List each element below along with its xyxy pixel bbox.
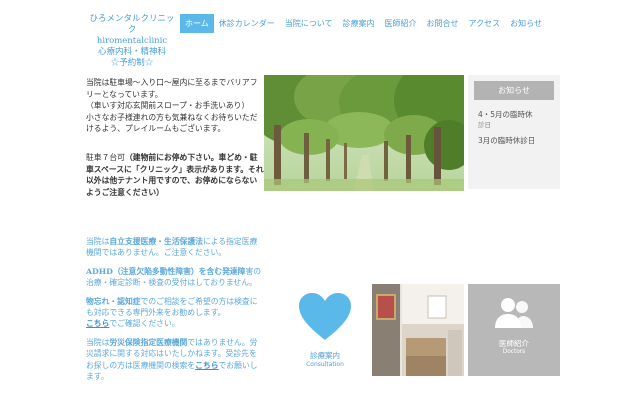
main-nav: ホーム 休診カレンダー 当院について 診療案内 医師紹介 お問合せ アクセス お…: [180, 14, 547, 33]
news-heading: お知らせ: [474, 81, 554, 100]
logo-departments: 心療内科・精神科: [97, 47, 166, 57]
news-item-meta: 診日: [478, 121, 491, 129]
news-panel: お知らせ 4・5月の臨時休 診日 3月の臨時休診日: [468, 75, 560, 189]
tree-avenue-photo: [264, 75, 464, 191]
parking-info: 駐車７台可（建物前にお停め下さい。車どめ・駐車スペースに「クリニック」表示があり…: [86, 152, 264, 198]
clinic-logo[interactable]: ひろメンタルクリニック hiromentalclinic 心療内科・精神科 ☆予…: [86, 14, 178, 69]
news-list: 4・5月の臨時休 診日 3月の臨時休診日: [468, 100, 560, 146]
nav-about[interactable]: 当院について: [280, 14, 338, 33]
news-item[interactable]: 3月の臨時休診日: [478, 136, 550, 146]
search-link[interactable]: こちら: [195, 361, 218, 370]
notice-adhd: ADHD（注意欠陥多動性障害）を含む発達障害の治療・確定診断・検査の受付はしてお…: [86, 266, 262, 288]
logo-reservation: ☆予約制☆: [110, 58, 154, 68]
nav-access[interactable]: アクセス: [464, 14, 506, 33]
consultation-tile[interactable]: 診療案内 Consultation: [282, 284, 368, 374]
notice-workers-comp: 当院は労災保険指定医療機関ではありません。労災請求に関する対応はいたしかねます。…: [86, 337, 258, 382]
nav-home[interactable]: ホーム: [180, 14, 214, 33]
doctors-sublabel: Doctors: [502, 349, 526, 355]
parking-lead: 駐車７台可: [86, 153, 125, 162]
consultation-label: 診療案内: [310, 351, 340, 360]
dementia-link[interactable]: こちら: [86, 319, 109, 328]
logo-name-jp: ひろメンタルクリニック: [89, 14, 175, 35]
news-item-title: 4・5月の臨時休: [478, 110, 533, 119]
notices-block: 当院は自立支援医療・生活保護法による指定医療機関ではありません。ご注意ください。…: [86, 236, 262, 389]
nav-calendar[interactable]: 休診カレンダー: [214, 14, 280, 33]
nav-news[interactable]: お知らせ: [505, 14, 547, 33]
intro-text: 当院は駐車場〜入り口〜屋内に至るまでバリアフリーとなっています。 （車いす対応玄…: [86, 77, 258, 135]
nav-doctors[interactable]: 医師紹介: [380, 14, 422, 33]
doctors-tile[interactable]: 医師紹介 Doctors: [468, 284, 560, 376]
news-item-title: 3月の臨時休診日: [478, 136, 536, 145]
heart-icon: [297, 293, 353, 346]
interior-photo-tile[interactable]: [372, 284, 464, 376]
notice-self-support: 当院は自立支援医療・生活保護法による指定医療機関ではありません。ご注意ください。: [86, 237, 258, 258]
news-item[interactable]: 4・5月の臨時休 診日: [478, 110, 550, 130]
intro-wheelchair: （車いす対応玄関前スロープ・お手洗いあり）: [86, 101, 250, 111]
nav-consultation[interactable]: 診療案内: [338, 14, 380, 33]
intro-barrier-free: 当院は駐車場〜入り口〜屋内に至るまでバリアフリーとなっています。: [86, 78, 258, 99]
notice-dementia: 物忘れ・認知症でのご相談をご希望の方は検査にも対応できる専門外来をお勧めします。…: [86, 296, 258, 329]
consultation-sublabel: Consultation: [306, 361, 344, 368]
intro-playroom: 小さなお子様連れの方も気兼ねなくお待ちいただけるよう、プレイルームもございます。: [86, 112, 258, 134]
people-icon: [494, 298, 534, 334]
logo-name-en: hiromentalclinic: [96, 36, 168, 46]
nav-contact[interactable]: お問合せ: [422, 14, 464, 33]
doctors-label: 医師紹介: [499, 339, 529, 348]
